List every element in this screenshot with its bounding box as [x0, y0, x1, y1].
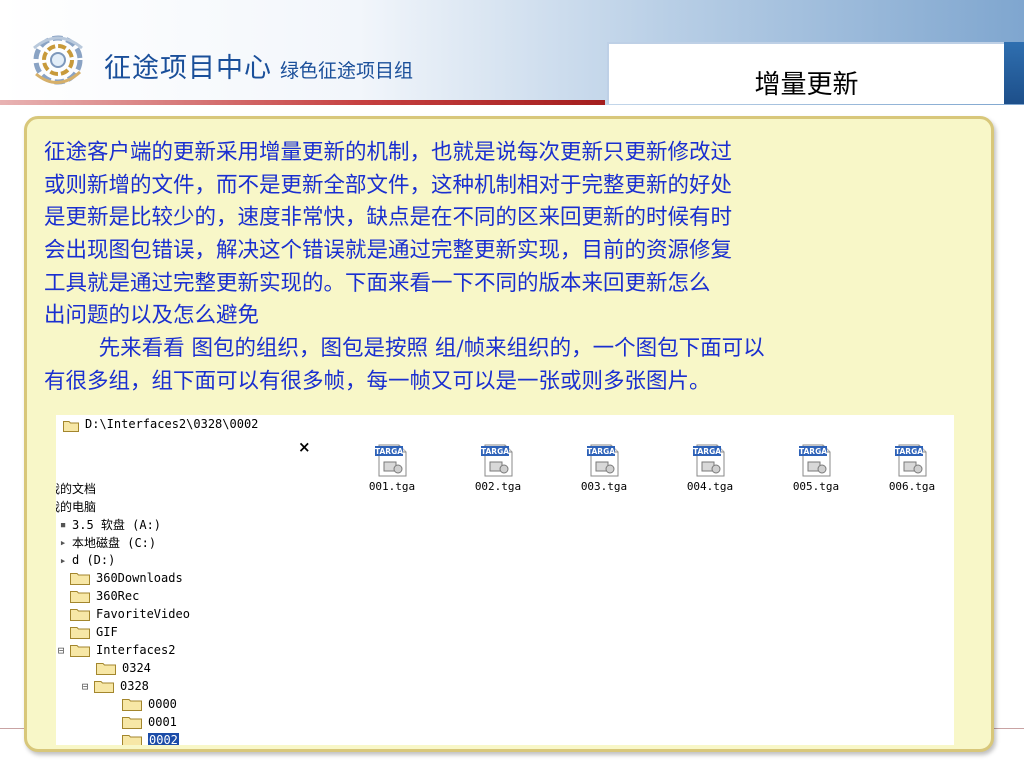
body-line: 征途客户端的更新采用增量更新的机制，也就是说每次更新只更新修改过 [44, 140, 733, 165]
drive-icon: ▸ [59, 553, 67, 567]
tree-item[interactable]: 我的文档 [56, 479, 96, 497]
folder-icon [63, 421, 79, 432]
tree-item[interactable]: 0001 [122, 713, 177, 731]
collapse-icon[interactable]: ⊟ [78, 680, 92, 693]
tga-file-icon: TARGA [895, 444, 927, 477]
file-item[interactable]: TARGA 003.tga [564, 443, 644, 493]
body-text: 征途客户端的更新采用增量更新的机制，也就是说每次更新只更新修改过 或则新增的文件… [44, 137, 994, 399]
body-line: 是更新是比较少的，速度非常快，缺点是在不同的区来回更新的时候有时 [44, 205, 733, 231]
slide-title: 增量更新 [754, 70, 859, 100]
logo-icon [33, 35, 83, 85]
tree-item-label: 360Rec [96, 589, 140, 603]
tree-item[interactable]: FavoriteVideo [70, 605, 190, 623]
tga-badge-text: TARGA [693, 447, 721, 456]
tree-item-label: 我的文档 [56, 481, 97, 496]
tree-item-selected[interactable]: 0002 [122, 731, 179, 745]
file-name: 006.tga [888, 480, 936, 493]
file-name: 005.tga [792, 480, 840, 493]
folder-icon [122, 699, 142, 711]
folder-icon [70, 573, 90, 585]
file-name: 002.tga [474, 480, 522, 493]
body-line: 会出现图包错误，解决这个错误就是通过完整更新实现，目前的资源修复 [44, 238, 733, 264]
tga-file-icon: TARGA [587, 444, 619, 477]
explorer-screenshot: D:\Interfaces2\0328\0002 × 我的文档 我的电脑 ▪ 3… [56, 415, 954, 745]
tree-item[interactable]: GIF [70, 623, 118, 641]
tree-item-label: 0002 [148, 733, 179, 745]
tree-item[interactable]: ⊟ 0328 [78, 677, 149, 695]
close-icon[interactable]: × [298, 438, 311, 456]
file-item[interactable]: TARGA 005.tga [776, 443, 856, 493]
tga-file-icon: TARGA [375, 444, 407, 477]
tga-file-icon: TARGA [799, 444, 831, 477]
folder-icon [96, 663, 116, 675]
body-line: 出问题的以及怎么避免 [44, 303, 260, 329]
header-right-strip [1004, 42, 1024, 104]
tree-item-label: 我的电脑 [56, 499, 97, 514]
tree-item[interactable]: 0324 [96, 659, 151, 677]
tree-item-label: 0001 [148, 715, 177, 729]
tga-badge-text: TARGA [587, 447, 615, 456]
tree-item[interactable]: 0000 [122, 695, 177, 713]
tree-item-label: FavoriteVideo [96, 607, 190, 621]
file-name: 001.tga [368, 480, 416, 493]
body-line: 先来看看 图包的组织，图包是按照 组/帧来组织的，一个图包下面可以 [44, 336, 765, 362]
tree-item-label: GIF [96, 625, 118, 639]
floppy-icon: ▪ [59, 517, 67, 531]
header-accent-strip [0, 100, 605, 105]
file-item[interactable]: TARGA 002.tga [458, 443, 538, 493]
drive-icon: ▸ [59, 535, 67, 549]
tree-item[interactable]: 360Downloads [70, 569, 183, 587]
body-line: 或则新增的文件，而不是更新全部文件，这种机制相对于完整更新的好处 [44, 172, 733, 198]
tree-item-label: d (D:) [72, 553, 116, 567]
file-item[interactable]: TARGA 006.tga [872, 443, 952, 493]
brand-subtitle: 绿色征途项目组 [280, 60, 414, 82]
tga-file-icon: TARGA [693, 444, 725, 477]
folder-tree: × 我的文档 我的电脑 ▪ 3.5 软盘 (A:) ▸ 本地磁盘 (C:) ▸ … [56, 436, 333, 745]
slide-title-tab: 增量更新 [607, 42, 1004, 104]
tree-item-label: Interfaces2 [96, 643, 176, 657]
file-name: 003.tga [580, 480, 628, 493]
tga-badge-text: TARGA [799, 447, 827, 456]
file-list: TARGA 001.tga TARGA 002.tga TARGA 003.tg… [332, 436, 954, 745]
tga-badge-text: TARGA [481, 447, 509, 456]
address-text: D:\Interfaces2\0328\0002 [85, 417, 259, 431]
tree-item[interactable]: ▪ 3.5 软盘 (A:) [56, 515, 161, 533]
file-item[interactable]: TARGA 004.tga [670, 443, 750, 493]
folder-open-icon [122, 735, 142, 745]
file-name: 004.tga [686, 480, 734, 493]
brand-title: 征途项目中心 绿色征途项目组 [104, 46, 413, 85]
folder-icon [70, 627, 90, 639]
tree-item-label: 360Downloads [96, 571, 183, 585]
collapse-icon[interactable]: ⊟ [56, 644, 68, 657]
tga-badge-text: TARGA [895, 447, 923, 456]
tga-file-icon: TARGA [481, 444, 513, 477]
tree-item[interactable]: ⊟ Interfaces2 [56, 641, 175, 659]
tree-item-label: 0324 [122, 661, 151, 675]
brand-main: 征途项目中心 [104, 53, 272, 84]
tree-item-label: 0000 [148, 697, 177, 711]
tga-badge-text: TARGA [375, 447, 403, 456]
folder-open-icon [94, 681, 114, 693]
tree-item-label: 3.5 软盘 (A:) [72, 517, 162, 532]
tree-item[interactable]: ▸ 本地磁盘 (C:) [56, 533, 156, 551]
tree-item-label: 0328 [120, 679, 149, 693]
folder-icon [70, 591, 90, 603]
file-item[interactable]: TARGA 001.tga [352, 443, 432, 493]
tree-item[interactable]: 360Rec [70, 587, 139, 605]
address-bar[interactable]: D:\Interfaces2\0328\0002 [56, 415, 954, 437]
folder-icon [122, 717, 142, 729]
folder-icon [70, 609, 90, 621]
tree-item-label: 本地磁盘 (C:) [72, 535, 157, 550]
tree-item[interactable]: ▸ d (D:) [56, 551, 116, 569]
folder-open-icon [70, 645, 90, 657]
body-line: 工具就是通过完整更新实现的。下面来看一下不同的版本来回更新怎么 [44, 270, 711, 296]
tree-item[interactable]: 我的电脑 [56, 497, 96, 515]
body-line: 有很多组，组下面可以有很多帧，每一帧又可以是一张或则多张图片。 [44, 368, 711, 394]
